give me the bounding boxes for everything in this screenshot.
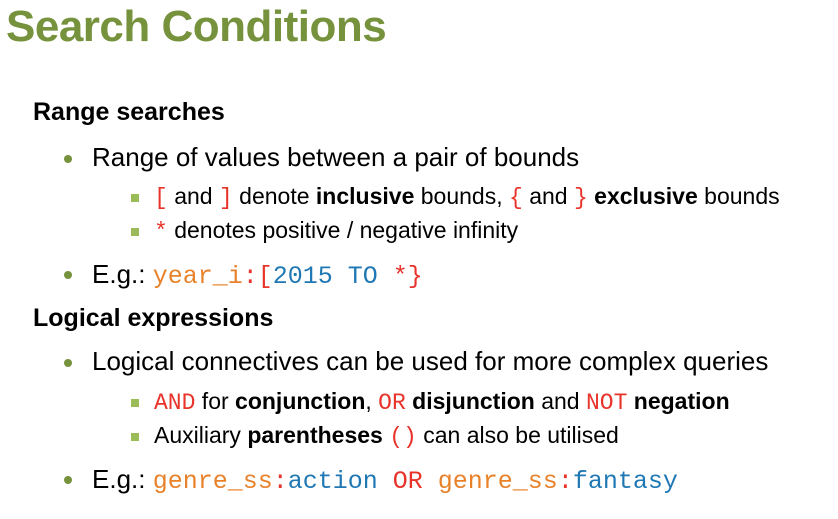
- code-query: year_i:[2015 TO *}: [153, 262, 423, 291]
- sub-bullet-infinity: * denotes positive / negative infinity: [154, 217, 518, 245]
- slide-title: Search Conditions: [6, 2, 387, 51]
- text-segment: bounds,: [414, 183, 509, 209]
- exclusive-open-brace: {: [509, 185, 523, 211]
- text-segment: can also be utilised: [416, 422, 619, 448]
- code-colon: :: [242, 262, 258, 291]
- text-segment: Auxiliary: [154, 422, 248, 448]
- sub-bullet-parentheses: Auxiliary parentheses () can also be uti…: [154, 422, 619, 450]
- code-query: genre_ss:action OR genre_ss:fantasy: [153, 467, 678, 496]
- example-prefix: E.g.:: [92, 259, 153, 289]
- infinity-star: *: [154, 219, 168, 245]
- or-keyword: OR: [378, 390, 406, 416]
- bold-negation: negation: [633, 388, 730, 414]
- code-close-brace: }: [407, 262, 423, 291]
- code-or-keyword: OR: [377, 467, 438, 496]
- bullet-icon: [64, 271, 72, 279]
- example-range-query: E.g.: year_i:[2015 TO *}: [92, 259, 423, 291]
- text-segment: denotes positive / negative infinity: [167, 217, 519, 243]
- code-field: genre_ss: [437, 467, 558, 496]
- not-keyword: NOT: [585, 390, 628, 416]
- code-range: 2015 TO: [272, 262, 393, 291]
- exclusive-close-brace: }: [573, 185, 588, 211]
- code-star: *: [392, 262, 408, 291]
- bold-parentheses: parentheses: [247, 422, 383, 448]
- code-field: genre_ss: [152, 467, 273, 496]
- inclusive-open-bracket: [: [154, 185, 168, 211]
- bullet-icon: [64, 359, 72, 367]
- bold-exclusive: exclusive: [594, 183, 698, 209]
- inclusive-close-bracket: ]: [218, 185, 233, 211]
- text-segment: denote: [232, 183, 316, 209]
- code-value: action: [287, 467, 378, 496]
- bold-disjunction: disjunction: [412, 388, 535, 414]
- sub-bullet-operators: AND for conjunction, OR disjunction and …: [154, 388, 730, 416]
- bullet-icon: [64, 476, 72, 484]
- section-heading-logical: Logical expressions: [33, 304, 274, 332]
- code-field: year_i: [152, 262, 243, 291]
- text-segment: and: [167, 183, 219, 209]
- code-value: fantasy: [572, 467, 678, 496]
- sub-bullet-icon: [131, 228, 139, 236]
- bullet-range-values: Range of values between a pair of bounds: [92, 142, 580, 172]
- bold-conjunction: conjunction: [235, 388, 366, 414]
- sub-bullet-icon: [131, 194, 139, 202]
- bold-inclusive: inclusive: [315, 183, 415, 209]
- text-segment: bounds: [697, 183, 780, 209]
- bullet-logical-connectives: Logical connectives can be used for more…: [92, 346, 769, 376]
- section-heading-range: Range searches: [33, 98, 225, 126]
- text-segment: ,: [365, 388, 379, 414]
- text-segment: and: [534, 388, 586, 414]
- and-keyword: AND: [154, 390, 196, 416]
- code-colon: :: [272, 467, 288, 496]
- code-colon: :: [557, 467, 573, 496]
- example-logical-query: E.g.: genre_ss:action OR genre_ss:fantas…: [92, 464, 678, 496]
- bullet-icon: [64, 155, 72, 163]
- sub-bullet-icon: [131, 433, 139, 441]
- example-prefix: E.g.:: [92, 464, 153, 494]
- code-open-bracket: [: [257, 262, 273, 291]
- text-segment: and: [522, 183, 574, 209]
- parens-symbol: (): [389, 424, 417, 450]
- text-segment: for: [195, 388, 236, 414]
- sub-bullet-icon: [131, 399, 139, 407]
- sub-bullet-bounds: [ and ] denote inclusive bounds, { and }…: [154, 183, 780, 211]
